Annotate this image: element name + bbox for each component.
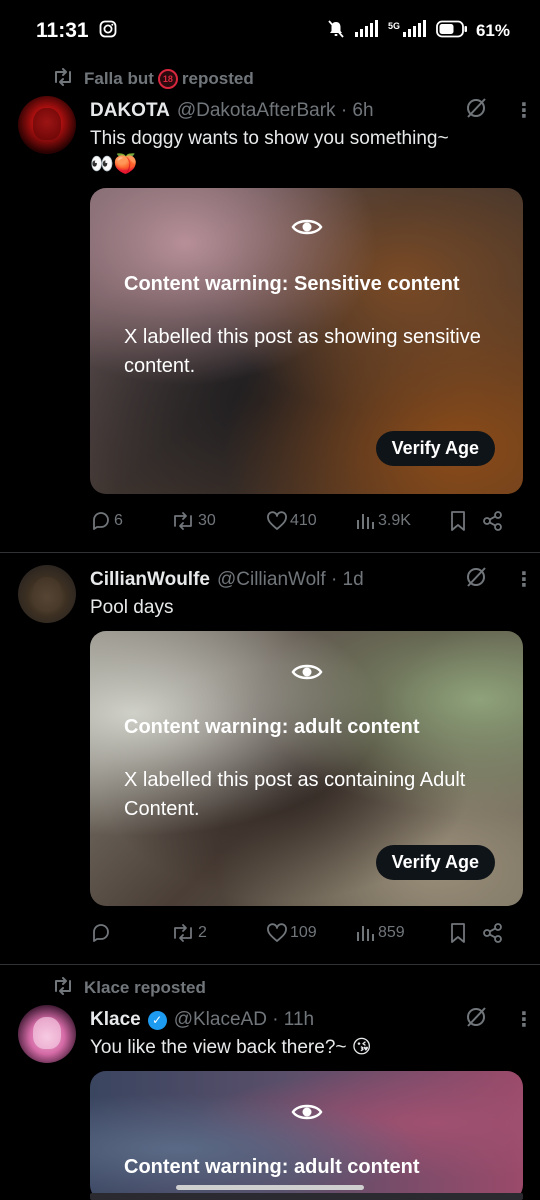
views-button[interactable]: 3.9K bbox=[354, 511, 448, 531]
share-icon[interactable] bbox=[482, 510, 504, 532]
like-button[interactable]: 410 bbox=[266, 511, 354, 531]
grok-icon[interactable] bbox=[464, 96, 488, 126]
post-divider bbox=[0, 964, 540, 965]
author-handle[interactable]: @KlaceAD · 11h bbox=[174, 1009, 314, 1031]
post-header: DAKOTA @DakotaAfterBark · 6h ⋮ bbox=[90, 96, 534, 126]
status-bar: 11:31 5G 61% bbox=[0, 0, 540, 62]
content-warning: Content warning: adult content bbox=[124, 1153, 495, 1182]
content-warning: Content warning: Sensitive content X lab… bbox=[124, 270, 495, 381]
more-options-icon[interactable]: ⋮ bbox=[514, 570, 534, 590]
warning-text: X labelled this post as showing sensitiv… bbox=[124, 326, 481, 377]
post-body: Klace ✓ @KlaceAD · 11h ⋮ You like the vi… bbox=[90, 1005, 534, 1200]
repost-count: 2 bbox=[198, 924, 207, 941]
post-item[interactable]: Klace ✓ @KlaceAD · 11h ⋮ You like the vi… bbox=[0, 1005, 540, 1200]
post-text-line: This doggy wants to show you something~ bbox=[90, 128, 449, 149]
next-media-edge bbox=[90, 1193, 523, 1200]
repost-count: 30 bbox=[198, 512, 216, 529]
repost-label: reposted bbox=[181, 68, 254, 88]
warning-text: X labelled this post as containing Adult… bbox=[124, 769, 466, 820]
battery-icon bbox=[436, 20, 468, 43]
reply-button[interactable]: 6 bbox=[90, 510, 170, 532]
status-right: 5G 61% bbox=[326, 19, 510, 44]
post-header: CillianWoulfe @CillianWolf · 1d ⋮ bbox=[90, 565, 534, 595]
eye-icon bbox=[291, 1101, 323, 1128]
sensitive-media[interactable]: Content warning: adult content bbox=[90, 1071, 523, 1200]
warning-title: Content warning: adult content bbox=[124, 1156, 420, 1178]
verify-age-button[interactable]: Verify Age bbox=[375, 845, 495, 880]
post-header: Klace ✓ @KlaceAD · 11h ⋮ bbox=[90, 1005, 534, 1035]
repost-user-name: Falla but bbox=[84, 68, 154, 88]
status-time: 11:31 bbox=[36, 19, 89, 42]
eye-icon bbox=[291, 216, 323, 243]
warning-title: Content warning: adult content bbox=[124, 716, 420, 738]
more-options-icon[interactable]: ⋮ bbox=[514, 101, 534, 121]
age-18-badge: 18 bbox=[157, 69, 178, 90]
status-left: 11:31 bbox=[36, 19, 117, 43]
grok-icon[interactable] bbox=[464, 1005, 488, 1035]
author-handle[interactable]: @DakotaAfterBark · 6h bbox=[177, 100, 374, 122]
warning-title: Content warning: Sensitive content bbox=[124, 273, 460, 295]
content-warning: Content warning: adult content X labelle… bbox=[124, 713, 495, 824]
repost-button[interactable]: 2 bbox=[170, 923, 266, 943]
views-count: 3.9K bbox=[378, 512, 411, 529]
avatar[interactable] bbox=[18, 565, 76, 623]
post-actions: 6 30 410 3.9K bbox=[90, 494, 522, 548]
post-item[interactable]: CillianWoulfe @CillianWolf · 1d ⋮ Pool d… bbox=[0, 553, 540, 960]
repost-button[interactable]: 30 bbox=[170, 511, 266, 531]
grok-icon[interactable] bbox=[464, 565, 488, 595]
mute-bell-icon bbox=[326, 19, 346, 44]
verify-age-button[interactable]: Verify Age bbox=[375, 431, 495, 466]
instagram-icon bbox=[99, 20, 117, 43]
more-options-icon[interactable]: ⋮ bbox=[514, 1010, 534, 1030]
repost-label: Klace reposted bbox=[84, 978, 206, 997]
repost-icon bbox=[52, 67, 74, 91]
avatar[interactable] bbox=[18, 96, 76, 154]
network-type: 5G bbox=[387, 20, 400, 31]
post-text-emoji: 👀🍑 bbox=[90, 154, 138, 175]
post-body: DAKOTA @DakotaAfterBark · 6h ⋮ This dogg… bbox=[90, 96, 534, 548]
author-name[interactable]: Klace bbox=[90, 1009, 141, 1031]
like-button[interactable]: 109 bbox=[266, 923, 354, 943]
reply-button[interactable] bbox=[90, 922, 170, 944]
post-actions: 2 109 859 bbox=[90, 906, 522, 960]
repost-indicator[interactable]: Falla but 18 reposted bbox=[0, 62, 540, 96]
gesture-nav-bar[interactable] bbox=[176, 1185, 364, 1190]
views-button[interactable]: 859 bbox=[354, 923, 448, 943]
signal-icon bbox=[354, 19, 380, 43]
verified-badge-icon: ✓ bbox=[147, 1010, 167, 1030]
sensitive-media[interactable]: Content warning: Sensitive content X lab… bbox=[90, 188, 523, 494]
post-item[interactable]: DAKOTA @DakotaAfterBark · 6h ⋮ This dogg… bbox=[0, 96, 540, 548]
post-text: You like the view back there?~ 😘 bbox=[90, 1037, 372, 1058]
post-body: CillianWoulfe @CillianWolf · 1d ⋮ Pool d… bbox=[90, 565, 534, 960]
timeline-feed: Falla but 18 reposted DAKOTA @DakotaAfterB… bbox=[0, 62, 540, 1200]
avatar[interactable] bbox=[18, 1005, 76, 1063]
author-handle[interactable]: @CillianWolf · 1d bbox=[217, 569, 364, 591]
eye-icon bbox=[291, 661, 323, 688]
like-count: 410 bbox=[290, 512, 317, 529]
author-name[interactable]: CillianWoulfe bbox=[90, 569, 210, 591]
author-name[interactable]: DAKOTA bbox=[90, 100, 170, 122]
repost-icon bbox=[52, 976, 74, 1000]
signal-2-icon bbox=[402, 19, 428, 43]
post-text: This doggy wants to show you something~ … bbox=[90, 126, 522, 178]
sensitive-media[interactable]: Content warning: adult content X labelle… bbox=[90, 631, 523, 906]
bookmark-icon[interactable] bbox=[448, 510, 482, 532]
bookmark-icon[interactable] bbox=[448, 922, 482, 944]
reply-count: 6 bbox=[114, 512, 123, 529]
like-count: 109 bbox=[290, 924, 317, 941]
repost-indicator[interactable]: Klace reposted bbox=[0, 971, 540, 1005]
post-text: Pool days bbox=[90, 597, 174, 618]
battery-percent: 61% bbox=[475, 21, 510, 40]
share-icon[interactable] bbox=[482, 922, 504, 944]
views-count: 859 bbox=[378, 924, 405, 941]
